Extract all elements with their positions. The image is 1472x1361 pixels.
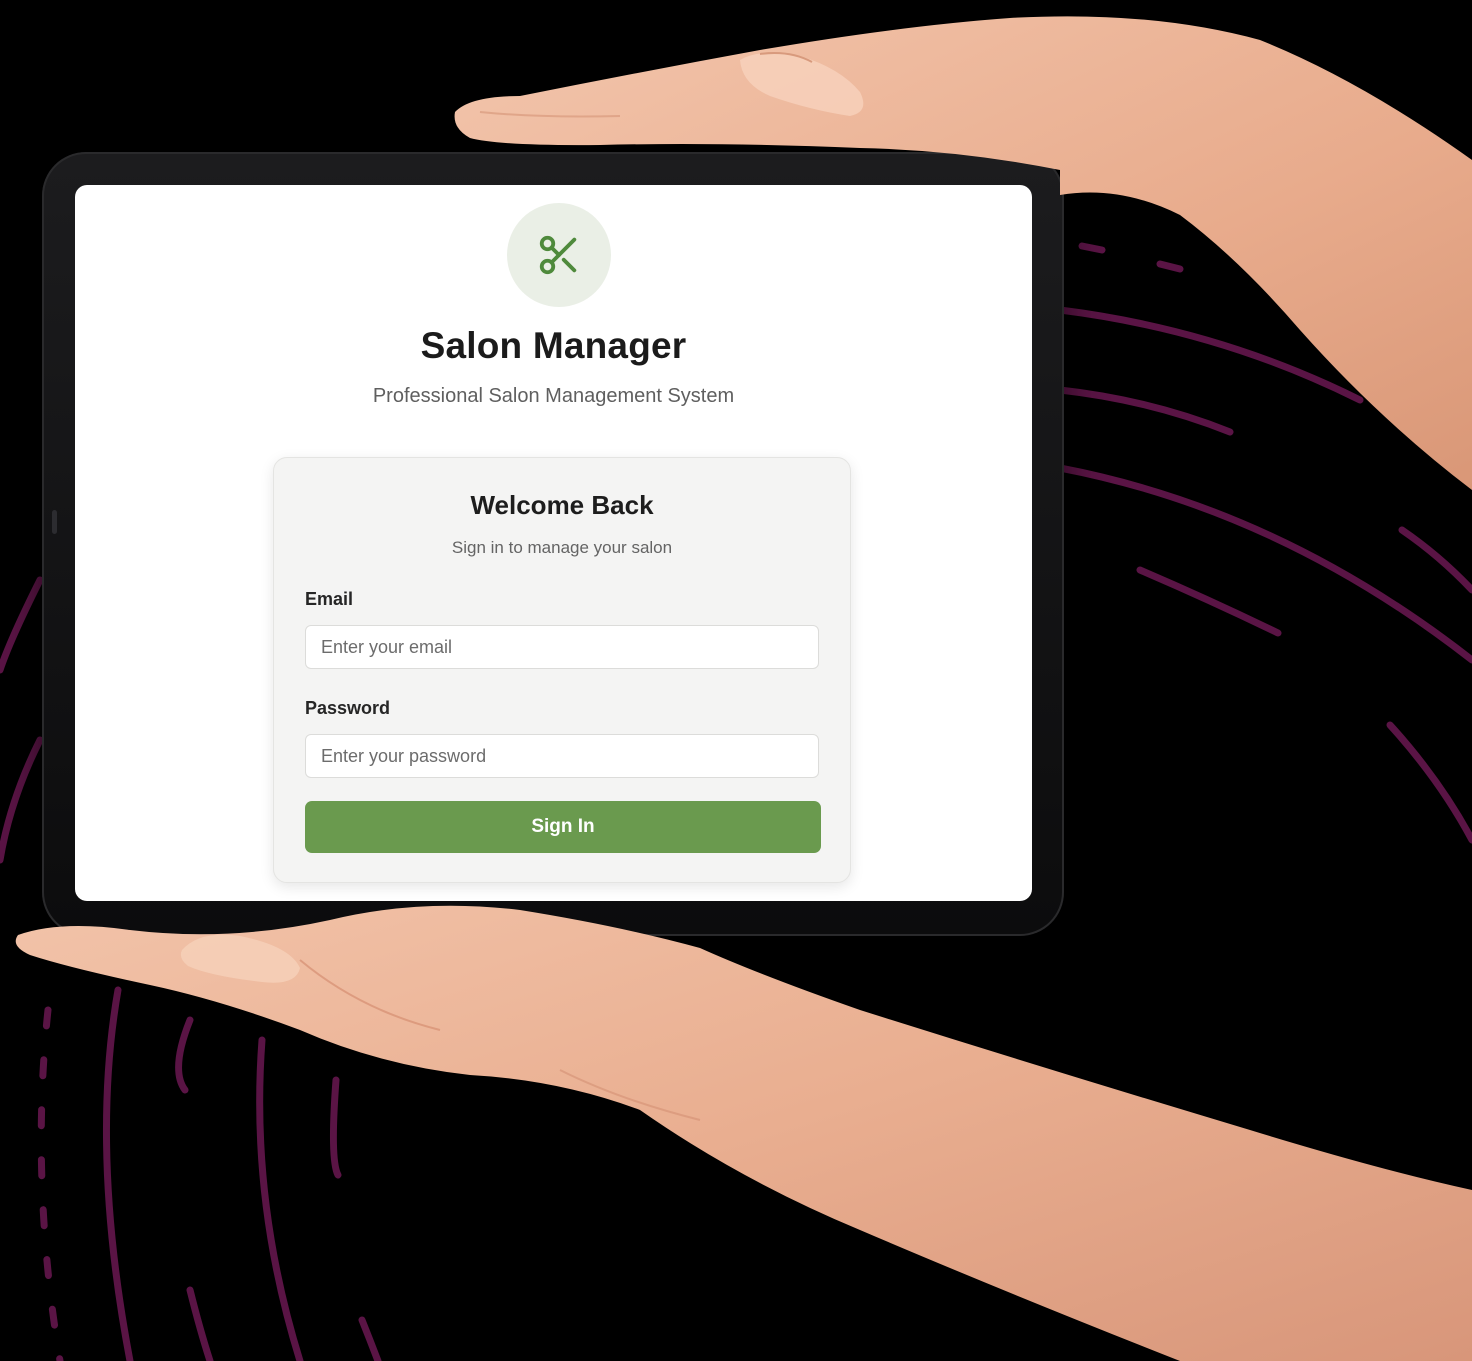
- app-logo: [507, 203, 611, 307]
- tablet-device: Salon Manager Professional Salon Managem…: [42, 152, 1064, 936]
- scissors-icon: [539, 235, 577, 275]
- sign-in-button[interactable]: Sign In: [305, 801, 821, 853]
- login-title: Welcome Back: [470, 490, 654, 520]
- photo-stage: Salon Manager Professional Salon Managem…: [0, 0, 1472, 1361]
- password-label: Password: [305, 698, 391, 718]
- login-card: Welcome Back Sign in to manage your salo…: [273, 457, 851, 883]
- tablet-screen: Salon Manager Professional Salon Managem…: [75, 185, 1032, 901]
- tablet-camera: [52, 510, 57, 534]
- password-field[interactable]: [305, 734, 819, 778]
- login-subtitle: Sign in to manage your salon: [451, 538, 673, 557]
- app-subtitle: Professional Salon Management System: [372, 385, 735, 407]
- email-field[interactable]: [305, 625, 819, 669]
- email-label: Email: [305, 589, 354, 609]
- app-title: Salon Manager: [420, 325, 687, 366]
